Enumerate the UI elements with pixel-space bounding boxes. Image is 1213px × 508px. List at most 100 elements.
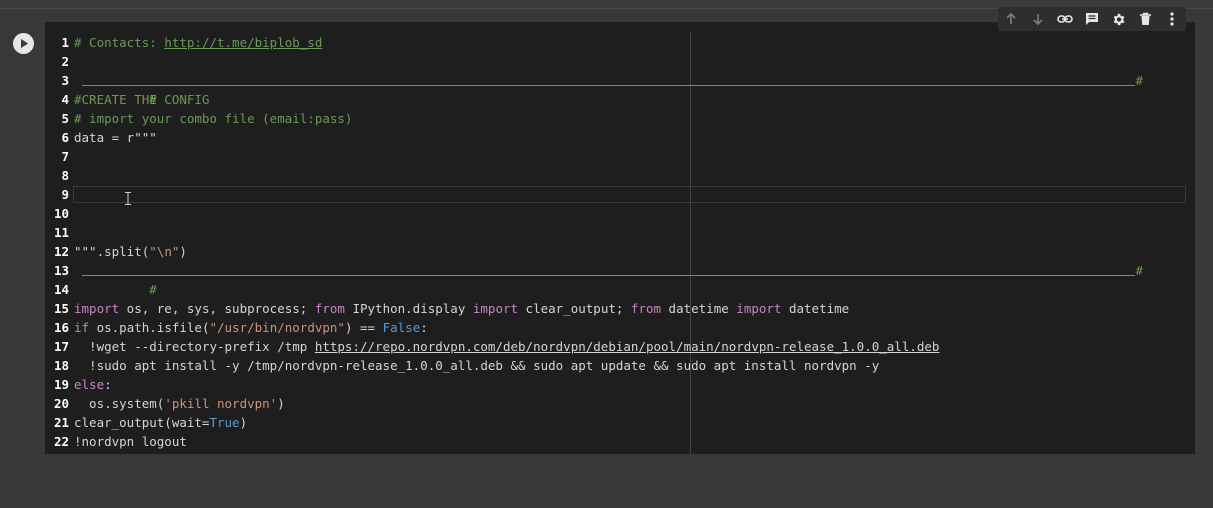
code-line[interactable]: 12 """.split("\n") [45,242,1195,261]
line-number: 17 [53,339,69,354]
cell-settings-button[interactable] [1108,8,1130,30]
line-number: 4 [61,92,69,107]
code-text: os, re, sys, subprocess; [119,301,315,316]
code-text: """.split( [74,244,150,259]
comment-text: #CREATE THE CONFIG [74,92,210,107]
cell-scroll-track [1195,22,1213,454]
gear-icon [1113,13,1125,25]
code-cell[interactable]: 1 # Contacts: http://t.me/biplob_sd 2 3 … [0,22,1213,454]
code-text: datetime [781,301,850,316]
keyword: import [74,301,120,316]
trash-icon [1140,12,1152,25]
keyword: if [74,320,90,335]
line-number: 7 [61,149,69,164]
code-text: IPython.display [344,301,473,316]
line-number: 13 [53,263,69,278]
play-icon [21,39,28,48]
code-text: data = r""" [74,130,157,145]
run-cell-button[interactable] [13,33,34,54]
arrow-up-icon [1006,12,1016,24]
add-comment-button[interactable] [1081,8,1103,30]
code-line[interactable]: 5 # import your combo file (email:pass) [45,109,1195,128]
string-literal: "\n" [149,244,180,259]
code-line[interactable]: 21 clear_output(wait=True) [45,413,1195,432]
code-line[interactable]: 20 os.system('pkill nordvpn') [45,394,1195,413]
comment-icon [1085,13,1098,25]
code-line[interactable]: 10 [45,204,1195,223]
code-text: clear_output; [518,301,631,316]
more-options-button[interactable] [1161,8,1183,30]
code-text: ) [277,396,285,411]
line-number: 6 [61,130,69,145]
comment-separator: # # [74,261,1143,297]
line-number: 12 [53,244,69,259]
cell-toolbar [998,7,1186,31]
comment-text: # import your combo file (email:pass) [74,111,353,126]
code-text: !wget --directory-prefix /tmp [74,339,315,354]
keyword: else [74,377,105,392]
delete-cell-button[interactable] [1135,8,1157,30]
keyword: import [736,301,782,316]
code-line[interactable]: 7 [45,147,1195,166]
link-icon [1057,15,1073,23]
code-line[interactable]: 22 !nordvpn logout [45,432,1195,451]
move-cell-up-button[interactable] [1000,8,1022,30]
download-url-link[interactable]: https://repo.nordvpn.com/deb/nordvpn/deb… [315,339,940,354]
code-line[interactable]: 17 !wget --directory-prefix /tmp https:/… [45,337,1195,356]
code-text: : [420,320,428,335]
move-cell-down-button[interactable] [1027,8,1049,30]
code-line[interactable]: 1 # Contacts: http://t.me/biplob_sd [45,33,1195,52]
line-number: 14 [53,282,69,297]
code-line[interactable]: 6 data = r""" [45,128,1195,147]
line-number: 10 [53,206,69,221]
code-line-active[interactable]: 9 [45,185,1195,204]
code-line[interactable]: 13 # # [45,261,1195,297]
code-text: ) == [344,320,383,335]
code-line[interactable]: 8 [45,166,1195,185]
code-text: os.path.isfile( [89,320,210,335]
keyword: import [472,301,519,316]
line-number: 2 [61,54,69,69]
line-number: 5 [61,111,69,126]
comment-text: # Contacts: [74,35,165,50]
code-line[interactable]: 11 [45,223,1195,242]
code-line[interactable]: 14 [45,280,1195,299]
code-editor[interactable]: 1 # Contacts: http://t.me/biplob_sd 2 3 … [45,22,1195,454]
comment-separator: # # [74,71,1143,107]
code-lines[interactable]: 1 # Contacts: http://t.me/biplob_sd 2 3 … [45,33,1195,451]
contact-link[interactable]: http://t.me/biplob_sd [164,35,322,50]
code-line[interactable]: 15 import os, re, sys, subprocess; from … [45,299,1195,318]
code-line[interactable]: 19 else: [45,375,1195,394]
code-line[interactable]: 16 if os.path.isfile("/usr/bin/nordvpn")… [45,318,1195,337]
boolean-literal: False [382,320,421,335]
line-number: 9 [61,187,69,202]
code-text: ) [239,415,248,430]
code-line[interactable]: 4 #CREATE THE CONFIG [45,90,1195,109]
line-number: 21 [53,415,69,430]
code-line[interactable]: 2 [45,52,1195,71]
copy-link-button[interactable] [1054,8,1076,30]
separator-hash: # [1135,73,1143,88]
code-text: datetime [661,301,737,316]
line-number: 22 [53,434,69,449]
code-text: !sudo apt install -y /tmp/nordvpn-releas… [74,358,880,373]
line-number: 8 [61,168,69,183]
line-number: 11 [53,225,69,240]
code-text: : [104,377,112,392]
keyword: from [630,301,662,316]
more-vert-icon [1170,12,1175,26]
line-number: 19 [53,377,69,392]
code-text: os.system( [74,396,165,411]
keyword: from [314,301,345,316]
line-number: 20 [53,396,69,411]
code-line[interactable]: 3 # # [45,71,1195,107]
separator-rule [82,85,1135,86]
cell-gutter [0,22,45,454]
line-number: 16 [53,320,69,335]
code-text: ) [179,244,187,259]
separator-rule [82,275,1135,276]
code-line[interactable]: 18 !sudo apt install -y /tmp/nordvpn-rel… [45,356,1195,375]
arrow-down-icon [1033,14,1043,26]
string-literal: "/usr/bin/nordvpn" [209,320,345,335]
line-number: 3 [61,73,69,88]
